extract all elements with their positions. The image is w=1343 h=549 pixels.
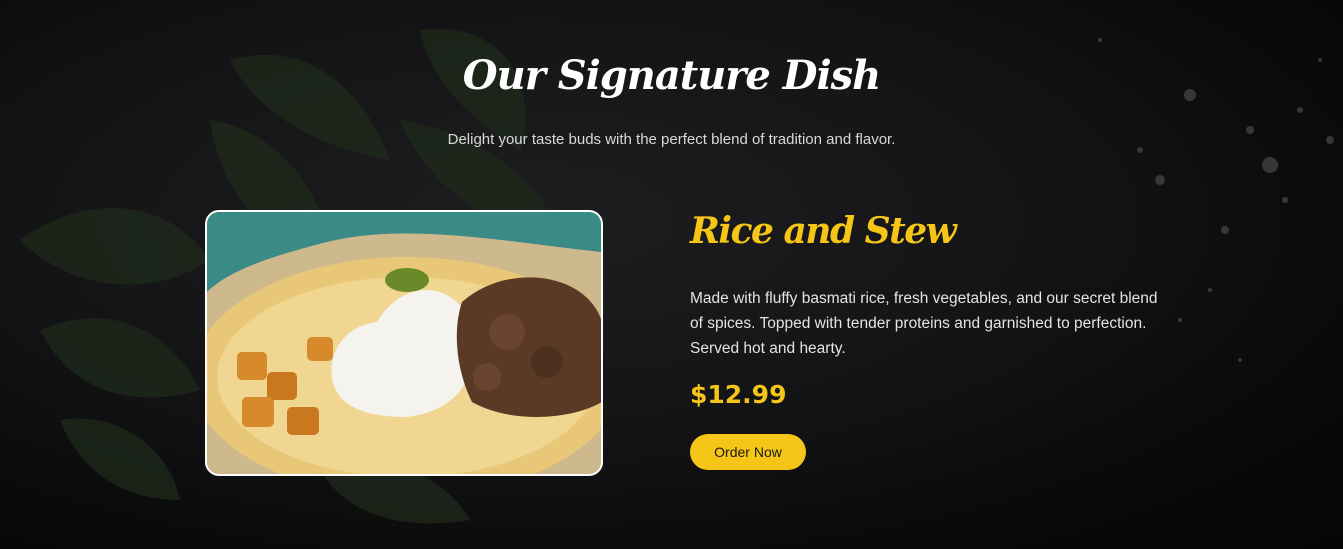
section-title: Our Signature Dish: [462, 52, 881, 99]
dish-name: Rice and Stew: [690, 210, 957, 252]
dish-photo: [205, 210, 603, 476]
rice-and-stew-photo-icon: [207, 212, 601, 474]
dish-description: Made with fluffy basmati rice, fresh veg…: [690, 290, 1158, 357]
order-now-button[interactable]: Order Now: [690, 434, 806, 470]
section-subtitle: Delight your taste buds with the perfect…: [447, 131, 896, 148]
dish-price: $12.99: [690, 380, 787, 409]
